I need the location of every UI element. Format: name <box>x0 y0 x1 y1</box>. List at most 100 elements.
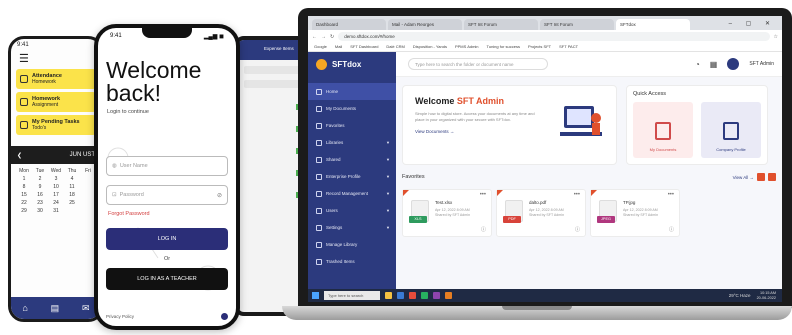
chrome-icon[interactable] <box>409 292 416 299</box>
calendar-day[interactable]: 17 <box>49 192 63 198</box>
favorite-file-card[interactable]: XLS Test.xlsx Apr 12, 2022 8:09 AM Shared b… <box>402 189 492 237</box>
login-teacher-button[interactable]: LOG IN AS A TEACHER <box>106 268 228 290</box>
calendar-day[interactable] <box>81 192 95 198</box>
mail-icon[interactable] <box>397 292 404 299</box>
app-icon[interactable] <box>445 292 452 299</box>
back-icon[interactable]: ← <box>312 34 317 40</box>
calendar-day[interactable]: 23 <box>33 200 47 206</box>
sidebar-item-users[interactable]: Users ▼ <box>308 202 396 219</box>
browser-tab[interactable]: SFT Int Forum <box>540 19 614 30</box>
calendar-day[interactable]: 29 <box>17 208 31 214</box>
favorite-file-card[interactable]: JPEG TP.jpg Apr 12, 2022 8:09 AM Shared by … <box>590 189 680 237</box>
info-icon[interactable]: ⓘ <box>481 226 486 233</box>
sidebar-item-record-management[interactable]: Record Management ▼ <box>308 185 396 202</box>
bookmark-item[interactable]: SFT PACT <box>559 44 578 50</box>
dashboard-card[interactable]: Homework Assignment <box>16 92 96 112</box>
search-input[interactable]: Type here to search the folder or docume… <box>408 58 548 70</box>
view-all-link[interactable]: View All → <box>733 175 754 180</box>
calendar-day[interactable] <box>81 184 95 190</box>
more-options-icon[interactable]: ••• <box>480 192 486 198</box>
sidebar-item-enterprise-profile[interactable]: Enterprise Profile ▼ <box>308 168 396 185</box>
info-icon[interactable]: ⓘ <box>575 226 580 233</box>
bookmark-item[interactable]: Google <box>314 44 327 50</box>
calendar-day[interactable] <box>81 208 95 214</box>
calendar-day[interactable]: 31 <box>49 208 63 214</box>
eye-icon[interactable]: ⊘ <box>217 192 222 199</box>
login-button[interactable]: LOG IN <box>106 228 228 250</box>
brand-logo[interactable]: SFTdox <box>308 51 396 77</box>
calendar-day[interactable] <box>81 200 95 206</box>
star-icon[interactable]: ☆ <box>774 34 778 40</box>
privacy-policy-link[interactable]: Privacy Policy <box>106 314 134 319</box>
more-options-icon[interactable]: ••• <box>574 192 580 198</box>
weather[interactable]: 29°C Haze <box>729 293 751 298</box>
calendar-day[interactable]: 25 <box>65 200 79 206</box>
info-icon[interactable]: ⓘ <box>669 226 674 233</box>
forward-icon[interactable]: → <box>321 34 326 40</box>
bookmark-item[interactable]: SFT Dashboard <box>350 44 378 50</box>
calendar-day[interactable]: 4 <box>65 176 79 182</box>
bookmark-item[interactable]: Tuning for success <box>487 44 520 50</box>
browser-tab[interactable]: Dashboard <box>312 19 386 30</box>
username-field[interactable]: ◍ User Name <box>106 156 228 176</box>
book-icon[interactable]: ▤ <box>51 303 60 314</box>
favorite-file-card[interactable]: PDF dalto.pdf Apr 12, 2022 8:09 AM Shared b… <box>496 189 586 237</box>
sidebar-item-favorites[interactable]: Favorites <box>308 117 396 134</box>
bookmark-item[interactable]: Disposition - Yands <box>413 44 447 50</box>
dashboard-card[interactable]: My Pending Tasks Todo's <box>16 115 96 135</box>
bookmark-item[interactable]: PPMS Admin <box>455 44 479 50</box>
bookmark-item[interactable]: Projects SFT <box>528 44 551 50</box>
teams-icon[interactable] <box>433 292 440 299</box>
sidebar-item-shared[interactable]: Shared ▼ <box>308 151 396 168</box>
sidebar-item-manage-library[interactable]: Manage Library <box>308 236 396 253</box>
calendar-day[interactable]: 8 <box>17 184 31 190</box>
forgot-password-link[interactable]: Forgot Password <box>108 211 150 217</box>
user-name[interactable]: SFT Admin <box>749 61 774 67</box>
calendar-day[interactable]: 2 <box>33 176 47 182</box>
bookmark-item[interactable]: Dalé CRM <box>386 44 404 50</box>
url-input[interactable]: demo.sftdox.com/#/home <box>338 32 770 41</box>
sidebar-item-home[interactable]: Home <box>308 83 396 100</box>
taskbar-search[interactable]: Type here to search <box>324 291 380 300</box>
reload-icon[interactable]: ↻ <box>330 34 334 40</box>
calendar-day[interactable]: 1 <box>17 176 31 182</box>
browser-tab[interactable]: SFTdox <box>616 19 690 30</box>
calendar-day[interactable]: 22 <box>17 200 31 206</box>
bookmark-item[interactable]: Mail <box>335 44 342 50</box>
help-icon[interactable] <box>221 313 228 320</box>
notification-icon[interactable]: ◔ <box>695 60 700 69</box>
password-field[interactable]: ⊡ Password ⊘ <box>106 185 228 205</box>
browser-tab[interactable]: SFT Int Forum <box>464 19 538 30</box>
chevron-left-icon[interactable]: ❮ <box>17 152 22 159</box>
grid-view-icon[interactable] <box>757 173 765 181</box>
calendar-day[interactable]: 15 <box>17 192 31 198</box>
excel-icon[interactable] <box>421 292 428 299</box>
sidebar-item-libraries[interactable]: Libraries ▼ <box>308 134 396 151</box>
window-controls[interactable]: – ▢ ✕ <box>723 20 782 30</box>
avatar[interactable] <box>727 58 740 70</box>
folder-icon[interactable] <box>385 292 392 299</box>
calendar-day[interactable]: 16 <box>33 192 47 198</box>
message-icon[interactable]: ✉ <box>82 303 90 314</box>
calendar-day[interactable]: 10 <box>49 184 63 190</box>
clock[interactable]: 10:15 AM 20-06-2022 <box>757 291 776 300</box>
sidebar-item-trashed-items[interactable]: Trashed Items <box>308 253 396 270</box>
browser-tab[interactable]: Mail - Adam Reorges <box>388 19 462 30</box>
calendar-day[interactable] <box>65 208 79 214</box>
dashboard-card[interactable]: Attendance Homework <box>16 69 96 89</box>
list-view-icon[interactable] <box>768 173 776 181</box>
sidebar-item-my-documents[interactable]: My Documents <box>308 100 396 117</box>
more-options-icon[interactable]: ••• <box>668 192 674 198</box>
calendar-day[interactable]: 9 <box>33 184 47 190</box>
windows-start-icon[interactable] <box>312 292 319 299</box>
calendar-day[interactable]: 18 <box>65 192 79 198</box>
sidebar-item-settings[interactable]: Settings ▼ <box>308 219 396 236</box>
calendar-day[interactable] <box>81 176 95 182</box>
home-icon[interactable]: ⌂ <box>22 303 27 313</box>
quick-company-profile[interactable]: Company Profile <box>701 102 761 158</box>
hamburger-icon[interactable]: ☰ <box>11 53 101 65</box>
calendar-day[interactable]: 24 <box>49 200 63 206</box>
quick-my-documents[interactable]: My Documents <box>633 102 693 158</box>
calendar-day[interactable]: 3 <box>49 176 63 182</box>
calendar-day[interactable]: 11 <box>65 184 79 190</box>
